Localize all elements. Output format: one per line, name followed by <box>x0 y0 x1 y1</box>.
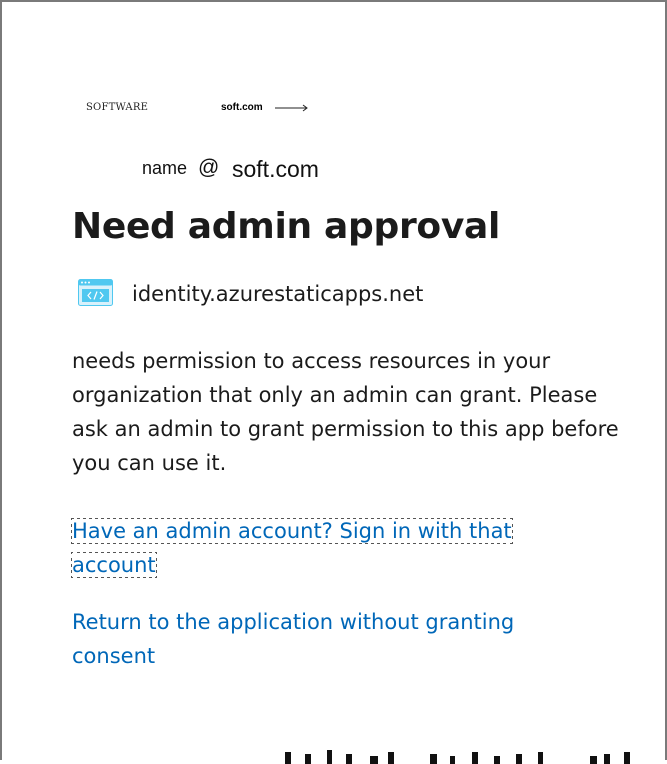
permission-description: needs permission to access resources in … <box>72 349 619 475</box>
tenant-domain-label: soft.com <box>221 102 263 113</box>
return-without-consent-link[interactable]: Return to the application without granti… <box>72 605 572 673</box>
page-title: Need admin approval <box>72 206 501 247</box>
dialog-frame: SOFTWARE soft.com name @ soft.com Need a… <box>0 0 667 764</box>
account-at-symbol: @ <box>198 156 220 179</box>
sign-in-admin-link-label: Have an admin account? Sign in with that… <box>71 518 513 578</box>
web-app-code-icon <box>78 279 113 306</box>
account-domain: soft.com <box>232 156 319 182</box>
sign-in-admin-link[interactable]: Have an admin account? Sign in with that… <box>71 514 552 582</box>
cropped-background-text <box>285 750 630 764</box>
app-url: identity.azurestaticapps.net <box>132 282 424 306</box>
long-arrow-right-icon <box>275 104 308 112</box>
account-username: name <box>142 158 188 178</box>
brand-logo-text: SOFTWARE <box>86 102 149 113</box>
